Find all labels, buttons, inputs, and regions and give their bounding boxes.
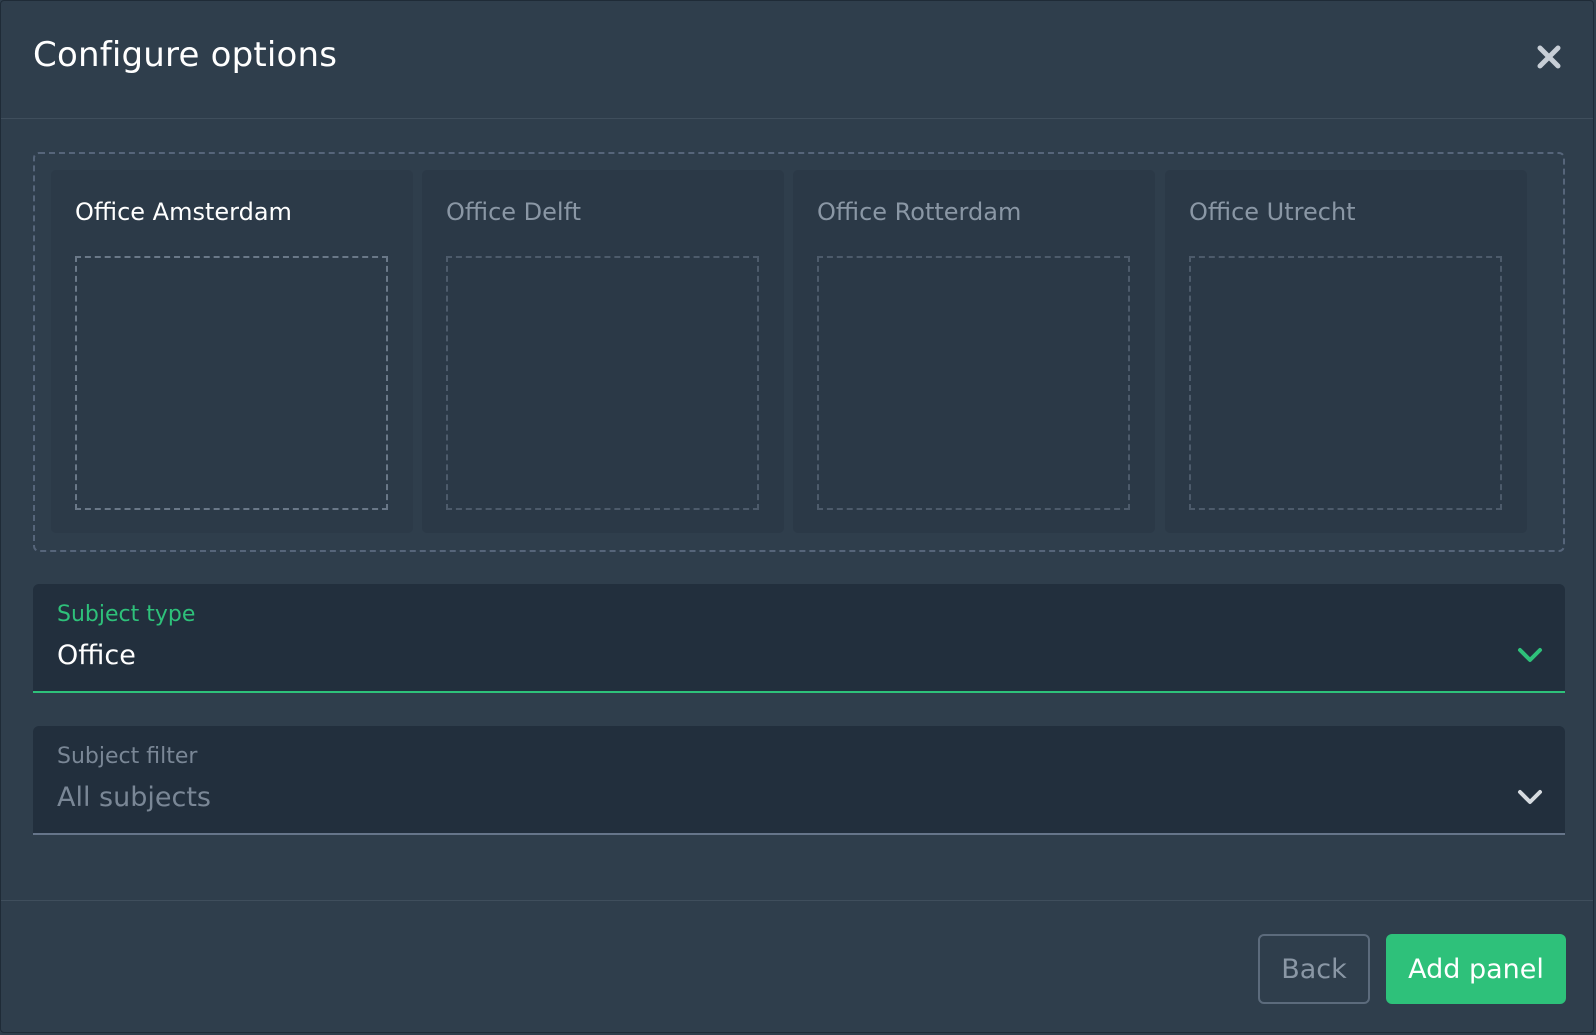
card-office-utrecht[interactable]: Office Utrecht (1165, 170, 1527, 533)
subject-filter-value: All subjects (57, 782, 211, 813)
card-office-rotterdam[interactable]: Office Rotterdam (793, 170, 1155, 533)
panel-dropzone: Office Amsterdam Office Delft Office Rot… (33, 152, 1565, 552)
card-office-delft[interactable]: Office Delft (422, 170, 784, 533)
add-panel-button[interactable]: Add panel (1386, 934, 1566, 1004)
card-office-amsterdam[interactable]: Office Amsterdam (51, 170, 413, 533)
subject-type-label: Subject type (57, 602, 196, 627)
card-label: Office Delft (446, 198, 582, 226)
configure-options-dialog: Configure options Office Amsterdam Offic… (0, 0, 1594, 1033)
card-slot[interactable] (75, 256, 388, 510)
card-slot[interactable] (817, 256, 1130, 510)
card-label: Office Utrecht (1189, 198, 1356, 226)
dialog-header: Configure options (1, 1, 1593, 119)
subject-filter-label: Subject filter (57, 744, 198, 769)
dialog-footer: Back Add panel (1, 900, 1593, 1035)
chevron-down-icon[interactable] (1517, 788, 1543, 806)
dialog-title: Configure options (33, 35, 338, 75)
card-slot[interactable] (1189, 256, 1502, 510)
card-label: Office Rotterdam (817, 198, 1022, 226)
subject-type-select[interactable]: Subject type Office (33, 584, 1565, 693)
subject-type-value: Office (57, 640, 136, 671)
subject-filter-select[interactable]: Subject filter All subjects (33, 726, 1565, 835)
chevron-down-icon[interactable] (1517, 646, 1543, 664)
back-button[interactable]: Back (1258, 934, 1370, 1004)
card-slot[interactable] (446, 256, 759, 510)
close-icon[interactable] (1535, 43, 1563, 71)
card-label: Office Amsterdam (75, 198, 292, 226)
